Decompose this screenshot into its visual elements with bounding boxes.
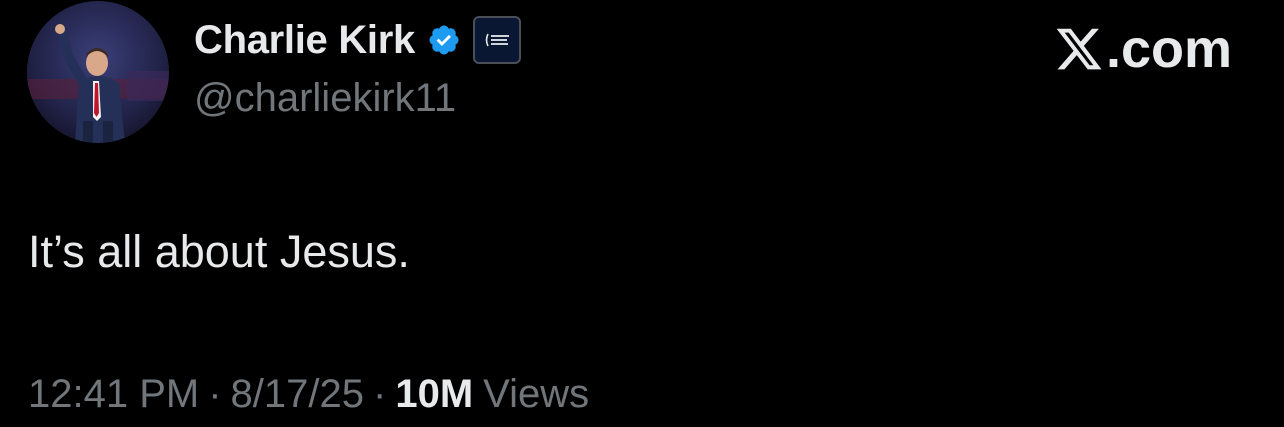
tweet-text: It’s all about Jesus. — [28, 226, 410, 277]
tweet-time[interactable]: 12:41 PM — [28, 372, 199, 417]
author-handle[interactable]: @charliekirk11 — [194, 76, 456, 121]
verified-badge-icon — [427, 23, 461, 57]
x-logo-icon — [1056, 28, 1102, 70]
affiliate-badge-icon[interactable] — [472, 16, 521, 64]
meta-separator: · — [373, 372, 387, 416]
meta-separator: · — [208, 372, 222, 416]
author-name-row: Charlie Kirk — [194, 12, 521, 68]
x-com-watermark: .com — [1054, 18, 1232, 80]
tweet-card: Charlie Kirk @charliekirk11 .com It’s al… — [0, 0, 1284, 427]
brand-domain-label: .com — [1105, 19, 1232, 79]
tweet-meta: 12:41 PM · 8/17/25 · 10M Views — [28, 372, 589, 417]
avatar-photo — [27, 1, 169, 143]
views-count[interactable]: 10M — [395, 372, 473, 417]
tweet-date[interactable]: 8/17/25 — [231, 372, 364, 417]
author-display-name[interactable]: Charlie Kirk — [194, 18, 415, 63]
views-label: Views — [483, 372, 590, 416]
avatar[interactable] — [27, 1, 169, 143]
